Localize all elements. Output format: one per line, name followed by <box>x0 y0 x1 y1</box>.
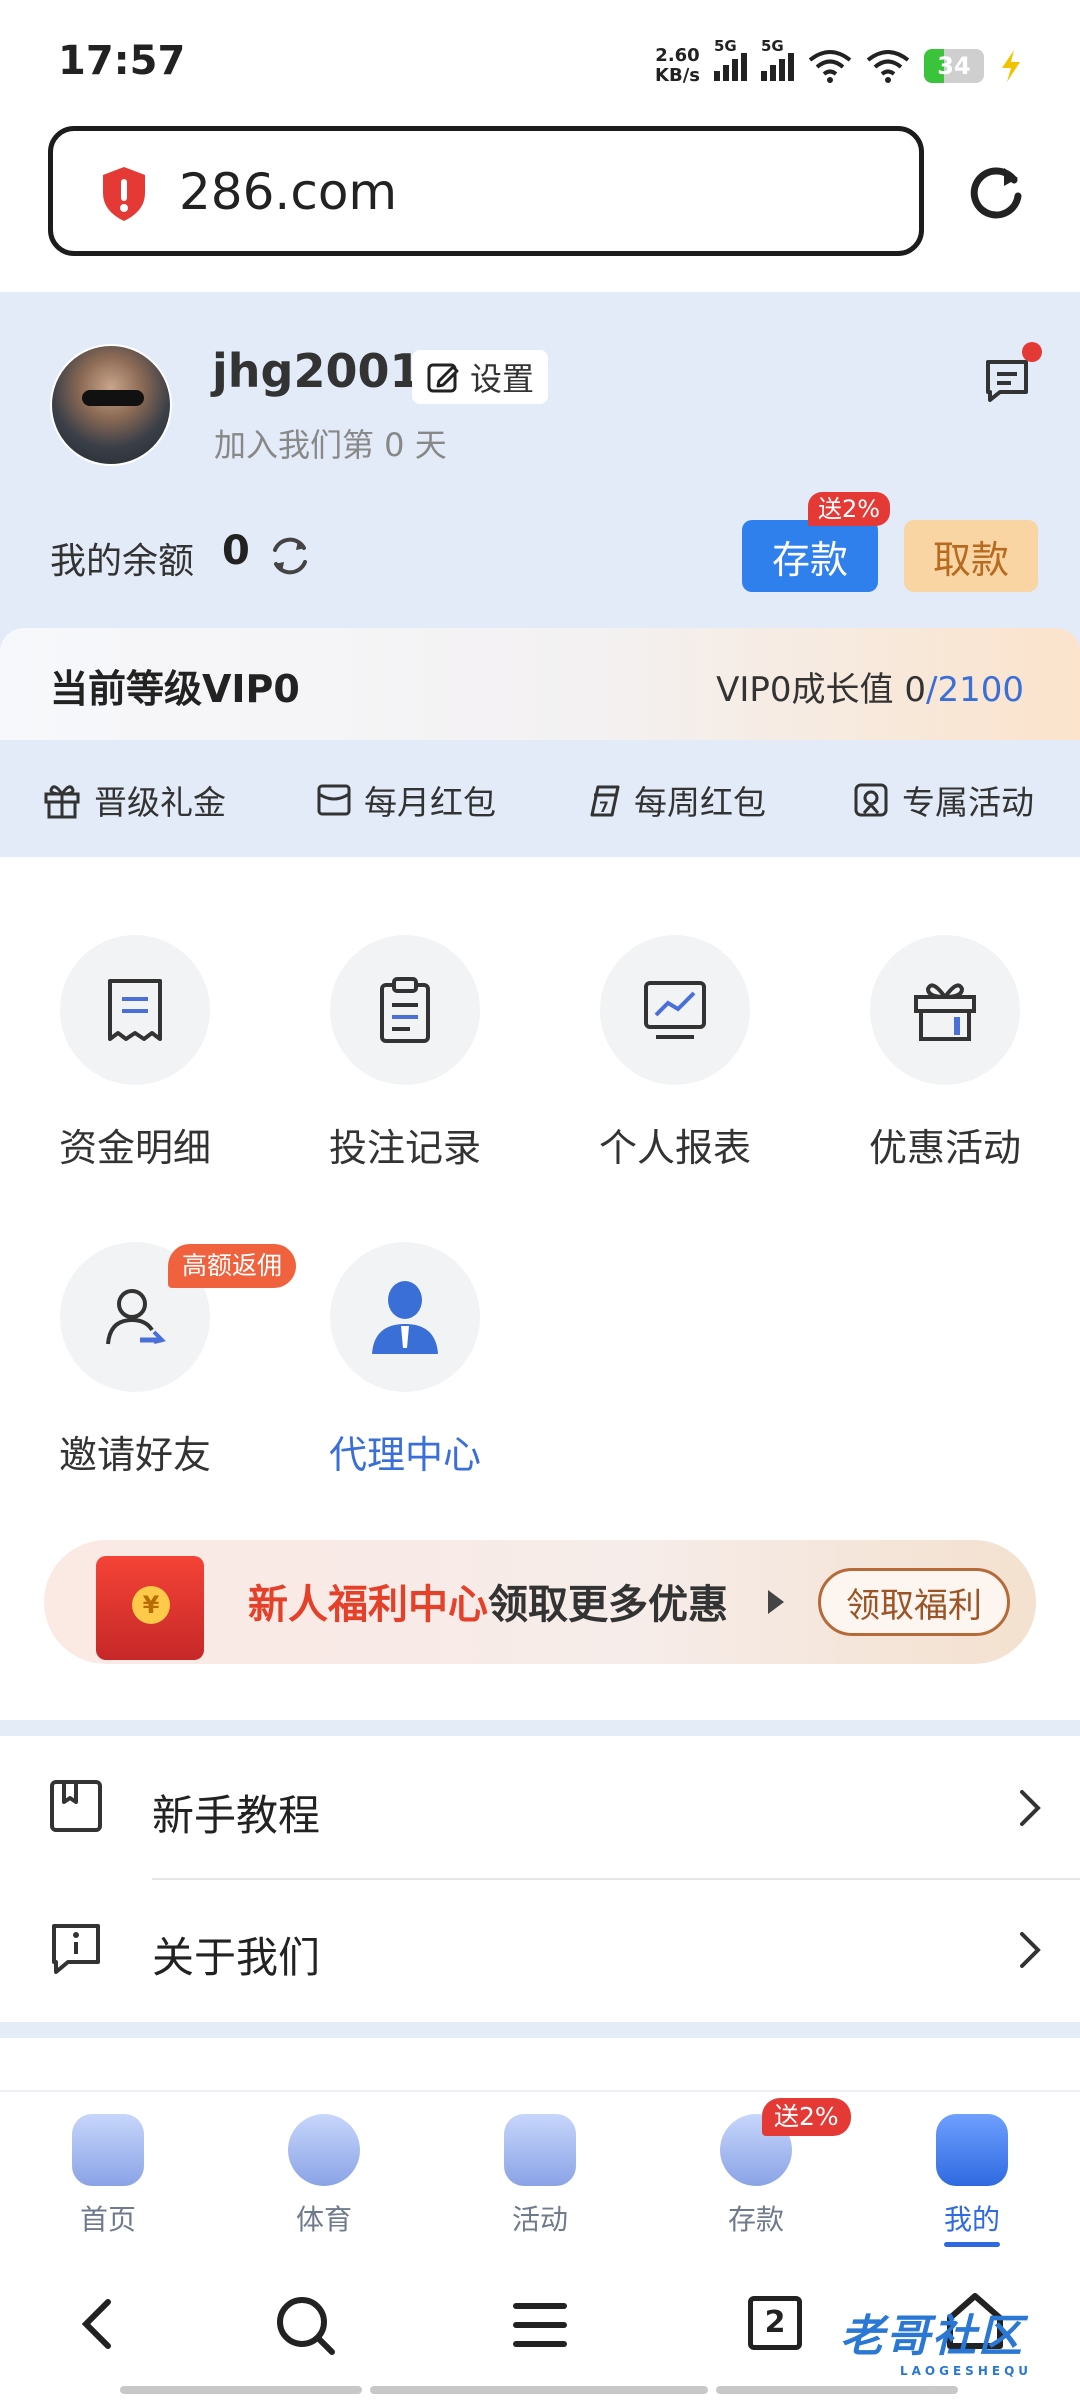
battery-icon: 34 <box>924 49 984 83</box>
reload-icon[interactable] <box>964 160 1028 224</box>
bottom-tab-bar: 首页 体育 活动 存款 我的 <box>0 2090 1080 2250</box>
withdraw-button[interactable]: 取款 <box>904 520 1038 592</box>
wifi-icon <box>808 50 852 83</box>
status-bar: 17:57 2.60 KB/s 5G 5G 34 <box>0 0 1080 120</box>
gesture-bar <box>120 2386 362 2394</box>
watermark-logo: 老哥社区 LAOGESHEQU <box>840 2311 1033 2378</box>
list-item-about[interactable]: 关于我们 <box>0 1880 1080 2020</box>
receipt-icon <box>108 979 162 1041</box>
section-divider-2 <box>0 2022 1080 2038</box>
refresh-balance-icon[interactable] <box>268 534 312 578</box>
chart-monitor-icon <box>644 981 706 1039</box>
notification-dot <box>1022 342 1042 362</box>
grid-agent-center[interactable]: 代理中心 <box>295 1242 515 1479</box>
deposit-tab-badge: 送2% <box>762 2098 851 2136</box>
deposit-bonus-badge: 送2% <box>808 492 891 526</box>
url-bar[interactable]: 286.com <box>48 126 924 256</box>
signal-icon-2: 5G <box>761 37 794 81</box>
message-icon[interactable] <box>982 356 1032 406</box>
agent-icon <box>372 1281 438 1354</box>
avatar[interactable] <box>50 344 172 466</box>
perk-monthly-packet[interactable]: 每月红包 <box>316 776 496 824</box>
balance-value: 0 <box>222 528 250 574</box>
tab-home[interactable]: 首页 <box>28 2114 188 2238</box>
perk-exclusive-event[interactable]: 专属活动 <box>852 776 1034 824</box>
banner-title: 新人福利中心领取更多优惠 <box>248 1582 728 1628</box>
sports-icon <box>288 2114 360 2186</box>
gesture-bar-3 <box>716 2386 958 2394</box>
info-icon <box>52 1924 100 1974</box>
invite-user-icon <box>106 1289 166 1345</box>
edit-icon <box>427 363 459 393</box>
settings-label: 设置 <box>470 360 535 398</box>
wifi-icon-2 <box>866 50 910 83</box>
settings-button[interactable]: 设置 <box>412 350 549 404</box>
red-envelope-icon: ¥ <box>96 1556 204 1660</box>
status-icons: 2.60 KB/s 5G 5G 34 <box>655 37 1024 90</box>
grid-fund-details[interactable]: 资金明细 <box>25 935 245 1172</box>
high-commission-badge: 高额返佣 <box>168 1244 297 1288</box>
tabs-count-button[interactable]: 2 <box>748 2296 802 2350</box>
section-divider <box>0 1720 1080 1736</box>
deposit-button[interactable]: 存款 <box>742 520 878 592</box>
svg-text:7: 7 <box>599 800 609 816</box>
grid-promotions[interactable]: 优惠活动 <box>835 935 1055 1172</box>
calendar-packet-icon: 7 <box>590 785 620 817</box>
vip-perks: 晋级礼金 每月红包 7 每周红包 专属活动 <box>0 744 1080 857</box>
chevron-right-icon <box>1020 1790 1041 1826</box>
book-icon <box>50 1780 102 1832</box>
joined-days: 加入我们第 0 天 <box>214 426 447 464</box>
grid-personal-report[interactable]: 个人报表 <box>565 935 785 1172</box>
tab-profile[interactable]: 我的 <box>892 2114 1052 2247</box>
signal-icon: 5G <box>714 37 747 81</box>
tab-activity[interactable]: 活动 <box>460 2114 620 2238</box>
envelope-icon <box>317 784 351 816</box>
gesture-bar-2 <box>370 2386 708 2394</box>
tab-sports[interactable]: 体育 <box>244 2114 404 2238</box>
claim-welfare-button[interactable]: 领取福利 <box>818 1568 1010 1636</box>
newbie-welfare-banner[interactable]: ¥ 新人福利中心领取更多优惠 领取福利 <box>44 1540 1036 1664</box>
balance-label: 我的余额 <box>50 541 195 582</box>
play-arrow-icon <box>768 1590 784 1614</box>
active-tab-indicator <box>944 2242 1000 2247</box>
charging-icon <box>1002 50 1020 82</box>
profile-icon <box>936 2114 1008 2186</box>
list-item-tutorial[interactable]: 新手教程 <box>0 1738 1080 1878</box>
activity-icon <box>504 2114 576 2186</box>
search-icon[interactable] <box>274 2294 336 2356</box>
username: jhg2001 <box>212 344 422 398</box>
chevron-right-icon <box>1020 1932 1041 1968</box>
menu-icon[interactable] <box>512 2300 568 2350</box>
security-warning-icon <box>103 167 145 221</box>
vip-level: 当前等级VIP0 <box>50 667 300 711</box>
status-time: 17:57 <box>58 38 186 84</box>
network-speed: 2.60 KB/s <box>655 45 700 86</box>
vip-growth: VIP0成长值 0/2100 <box>716 670 1024 710</box>
vip-card[interactable]: 当前等级VIP0 VIP0成长值 0/2100 <box>0 628 1080 740</box>
gift-icon <box>44 785 80 819</box>
perk-weekly-packet[interactable]: 7 每周红包 <box>584 776 766 824</box>
grid-bet-records[interactable]: 投注记录 <box>295 935 515 1172</box>
profile-section: jhg2001 设置 加入我们第 0 天 我的余额 0 存款 送2% 取款 当前… <box>0 292 1080 857</box>
perk-upgrade-bonus[interactable]: 晋级礼金 <box>42 776 226 824</box>
home-icon <box>72 2114 144 2186</box>
url-text: 286.com <box>179 163 398 221</box>
back-icon[interactable] <box>78 2296 118 2352</box>
clipboard-icon <box>380 977 430 1043</box>
gift-box-icon <box>914 983 976 1041</box>
exclusive-badge-icon <box>854 783 888 817</box>
